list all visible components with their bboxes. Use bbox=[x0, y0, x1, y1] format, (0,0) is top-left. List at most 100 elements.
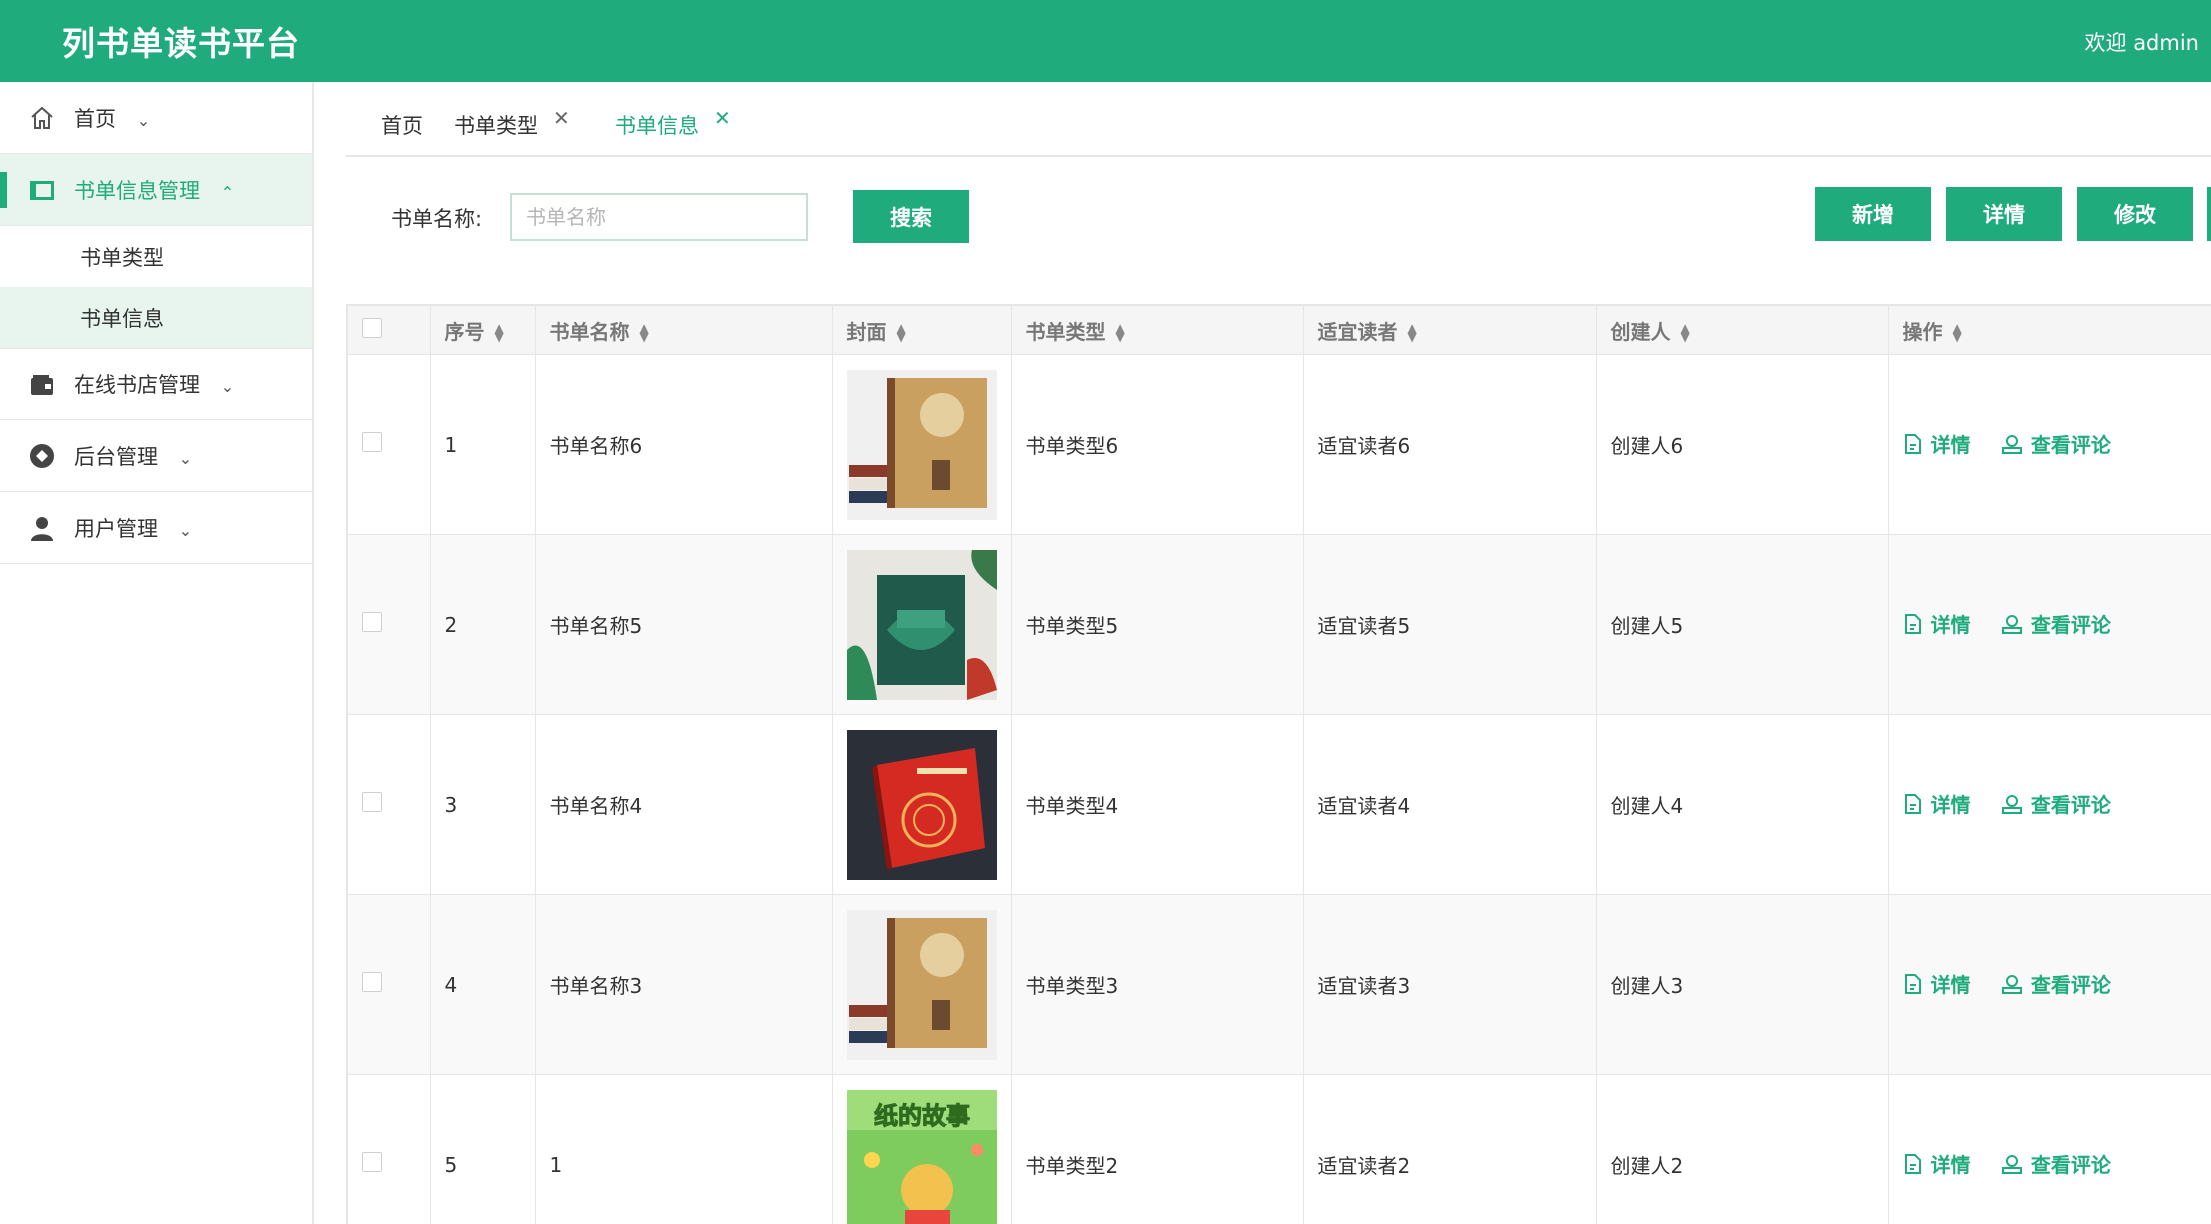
chevron-up-icon: ⌃ bbox=[220, 182, 235, 202]
close-icon[interactable]: ✕ bbox=[714, 106, 731, 130]
sort-icon[interactable]: ▲ ▼ bbox=[640, 322, 649, 343]
sort-icon[interactable]: ▲ ▼ bbox=[1681, 322, 1690, 343]
welcome-user[interactable]: 欢迎 admin bbox=[2085, 27, 2199, 57]
row-reader: 适宜读者5 bbox=[1303, 534, 1597, 715]
row-checkbox[interactable] bbox=[362, 1152, 382, 1172]
sidebar-subitem-booklist-info[interactable]: 书单信息 bbox=[0, 287, 312, 348]
column-header-type[interactable]: 书单类型 ▲ ▼ bbox=[1011, 306, 1304, 355]
antique-book-cover-image[interactable] bbox=[846, 369, 997, 520]
row-select-cell[interactable] bbox=[348, 714, 431, 895]
sidebar-subitem-booklist-type[interactable]: 书单类型 bbox=[0, 226, 312, 287]
document-icon bbox=[1904, 793, 1921, 814]
row-comments-label: 查看评论 bbox=[2030, 613, 2111, 638]
row-actions: 详情 查看评论 bbox=[1888, 354, 2211, 535]
table-row[interactable]: 4 书单名称3 书单类型3 适宜读者3 创建人3 详情 查看评论 bbox=[348, 894, 2211, 1075]
row-comments-label: 查看评论 bbox=[2030, 433, 2111, 458]
row-comments-link[interactable]: 查看评论 bbox=[2001, 969, 2111, 998]
document-icon bbox=[1904, 1153, 1921, 1174]
sidebar-item-online-store[interactable]: 在线书店管理 ⌄ bbox=[0, 348, 312, 420]
row-select-cell[interactable] bbox=[348, 894, 431, 1075]
sort-icon[interactable]: ▲ ▼ bbox=[1408, 322, 1417, 343]
comment-icon bbox=[2001, 974, 2022, 994]
chevron-down-icon: ⌄ bbox=[178, 520, 193, 540]
sort-icon[interactable]: ▲ ▼ bbox=[495, 322, 504, 343]
column-header-name[interactable]: 书单名称 ▲ ▼ bbox=[535, 306, 833, 355]
red-book-cover-image[interactable] bbox=[846, 729, 997, 880]
column-header-index[interactable]: 序号 ▲ ▼ bbox=[430, 306, 536, 355]
tab-booklist-info[interactable]: 书单信息 bbox=[615, 110, 699, 140]
sidebar-item-booklist-management[interactable]: 书单信息管理 ⌃ bbox=[0, 154, 312, 226]
row-comments-label: 查看评论 bbox=[2030, 793, 2111, 818]
antique-book-cover-image[interactable] bbox=[846, 909, 997, 1060]
column-header-label: 书单类型 bbox=[1025, 319, 1106, 344]
row-type: 书单类型6 bbox=[1011, 354, 1304, 535]
active-indicator bbox=[0, 172, 7, 208]
comment-icon bbox=[2001, 434, 2022, 454]
sort-icon[interactable]: ▲ ▼ bbox=[897, 322, 906, 343]
tab-booklist-type[interactable]: 书单类型 bbox=[454, 110, 538, 140]
select-all-checkbox[interactable] bbox=[362, 317, 382, 338]
paper-story-cover-image[interactable]: 纸的故事 bbox=[846, 1089, 997, 1224]
row-reader: 适宜读者4 bbox=[1303, 714, 1597, 895]
row-detail-link[interactable]: 详情 bbox=[1903, 969, 1971, 998]
row-type: 书单类型2 bbox=[1011, 1074, 1304, 1224]
row-checkbox[interactable] bbox=[362, 612, 382, 632]
app-title: 列书单读书平台 bbox=[62, 24, 300, 63]
sidebar-item-backend[interactable]: 后台管理 ⌄ bbox=[0, 420, 312, 492]
sidebar-item-home[interactable]: 首页 ⌄ bbox=[0, 82, 312, 154]
close-icon[interactable]: ✕ bbox=[553, 106, 570, 130]
column-header-actions[interactable]: 操作 ▲ ▼ bbox=[1888, 306, 2211, 355]
row-index: 1 bbox=[430, 354, 536, 535]
select-all-cell[interactable] bbox=[348, 306, 431, 355]
chevron-down-icon: ⌄ bbox=[136, 110, 151, 130]
sidebar-item-user-management[interactable]: 用户管理 ⌄ bbox=[0, 492, 312, 564]
row-detail-label: 详情 bbox=[1930, 973, 1971, 998]
table-row[interactable]: 1 书单名称6 书单类型6 适宜读者6 创建人6 详情 查看评论 bbox=[348, 354, 2211, 535]
row-name: 书单名称3 bbox=[535, 894, 833, 1075]
jungle-book-cover-image[interactable] bbox=[846, 549, 997, 700]
row-type: 书单类型4 bbox=[1011, 714, 1304, 895]
row-reader: 适宜读者6 bbox=[1303, 354, 1597, 535]
row-detail-link[interactable]: 详情 bbox=[1903, 429, 1971, 458]
wallet-icon bbox=[31, 375, 53, 395]
row-creator: 创建人4 bbox=[1596, 714, 1889, 895]
search-button[interactable]: 搜索 bbox=[853, 190, 969, 243]
row-select-cell[interactable] bbox=[348, 534, 431, 715]
more-button-edge[interactable] bbox=[2207, 187, 2211, 241]
row-comments-link[interactable]: 查看评论 bbox=[2001, 789, 2111, 818]
table-row[interactable]: 3 书单名称4 书单类型4 适宜读者4 创建人4 详情 查看评论 bbox=[348, 714, 2211, 895]
comment-icon bbox=[2001, 794, 2022, 814]
column-header-cover[interactable]: 封面 ▲ ▼ bbox=[832, 306, 1012, 355]
row-checkbox[interactable] bbox=[362, 432, 382, 452]
row-checkbox[interactable] bbox=[362, 792, 382, 812]
column-header-label: 操作 bbox=[1902, 319, 1943, 344]
row-name: 书单名称6 bbox=[535, 354, 833, 535]
document-icon bbox=[1904, 433, 1921, 454]
sort-icon[interactable]: ▲ ▼ bbox=[1116, 322, 1125, 343]
table-row[interactable]: 5 1 纸的故事 书单类型2 适宜读者2 创建人2 详情 查看评论 bbox=[348, 1074, 2211, 1224]
sort-icon[interactable]: ▲ ▼ bbox=[1953, 322, 1962, 343]
row-detail-link[interactable]: 详情 bbox=[1903, 789, 1971, 818]
row-cover-cell bbox=[832, 354, 1012, 535]
row-checkbox[interactable] bbox=[362, 972, 382, 992]
search-input[interactable] bbox=[510, 193, 808, 241]
row-detail-link[interactable]: 详情 bbox=[1903, 609, 1971, 638]
column-header-label: 书单名称 bbox=[549, 319, 630, 344]
row-comments-link[interactable]: 查看评论 bbox=[2001, 429, 2111, 458]
tab-home[interactable]: 首页 bbox=[381, 110, 423, 140]
row-comments-link[interactable]: 查看评论 bbox=[2001, 609, 2111, 638]
row-index: 4 bbox=[430, 894, 536, 1075]
edit-button[interactable]: 修改 bbox=[2077, 187, 2193, 241]
row-reader: 适宜读者2 bbox=[1303, 1074, 1597, 1224]
sidebar-home-label: 首页 bbox=[74, 106, 116, 131]
row-select-cell[interactable] bbox=[348, 354, 431, 535]
column-header-reader[interactable]: 适宜读者 ▲ ▼ bbox=[1303, 306, 1597, 355]
detail-button[interactable]: 详情 bbox=[1946, 187, 2062, 241]
table-row[interactable]: 2 书单名称5 书单类型5 适宜读者5 创建人5 详情 查看评论 bbox=[348, 534, 2211, 715]
add-button[interactable]: 新增 bbox=[1815, 187, 1931, 241]
row-actions: 详情 查看评论 bbox=[1888, 1074, 2211, 1224]
row-comments-link[interactable]: 查看评论 bbox=[2001, 1149, 2111, 1178]
row-select-cell[interactable] bbox=[348, 1074, 431, 1224]
column-header-creator[interactable]: 创建人 ▲ ▼ bbox=[1596, 306, 1889, 355]
row-detail-link[interactable]: 详情 bbox=[1903, 1149, 1971, 1178]
